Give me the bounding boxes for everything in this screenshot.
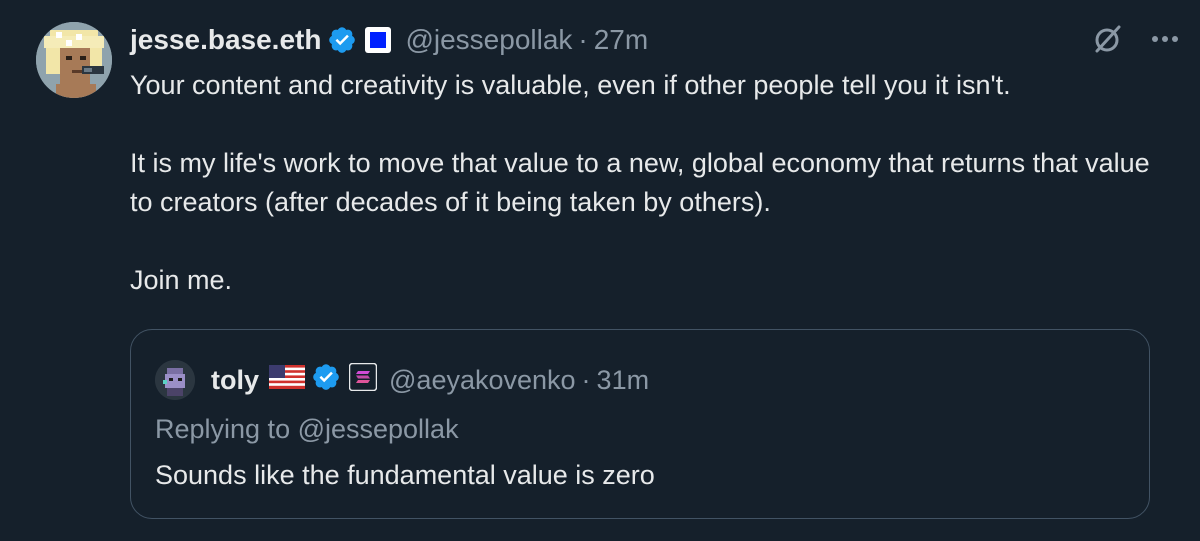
- quote-text: Sounds like the fundamental value is zer…: [155, 460, 655, 490]
- separator-dot: ·: [578, 24, 588, 55]
- author-avatar[interactable]: [36, 22, 112, 98]
- solana-affiliation-icon[interactable]: [348, 362, 378, 398]
- pixel-avatar-icon: [36, 22, 112, 98]
- pixel-avatar-icon: [155, 360, 195, 400]
- verified-badge-icon[interactable]: [311, 362, 341, 399]
- tweet-header: jesse.base.eth @jessepollak · 27m: [130, 20, 1160, 60]
- tweet-paragraph: Join me.: [130, 265, 233, 295]
- tweet-content: jesse.base.eth @jessepollak · 27m Your c…: [130, 20, 1160, 300]
- tweet-text: Your content and creativity is valuable,…: [130, 66, 1160, 300]
- timestamp[interactable]: 27m: [594, 24, 648, 56]
- author-name[interactable]: jesse.base.eth: [130, 24, 321, 56]
- replying-to[interactable]: Replying to @jessepollak: [155, 414, 459, 445]
- quote-timestamp[interactable]: 31m: [597, 365, 650, 396]
- verified-badge-icon[interactable]: [327, 25, 357, 55]
- more-icon[interactable]: [1150, 34, 1180, 44]
- us-flag-icon: [269, 364, 306, 396]
- quote-header: toly @aeyakovenko · 31m: [155, 360, 649, 400]
- grok-icon[interactable]: [1090, 22, 1124, 56]
- tweet-actions: [1090, 22, 1180, 56]
- tweet-paragraph: It is my life's work to move that value …: [130, 148, 1150, 217]
- tweet[interactable]: jesse.base.eth @jessepollak · 27m Your c…: [0, 0, 1200, 541]
- tweet-paragraph: Your content and creativity is valuable,…: [130, 70, 1011, 100]
- author-handle[interactable]: @jessepollak: [405, 24, 572, 56]
- quote-author-name[interactable]: toly: [211, 365, 259, 396]
- quoted-tweet[interactable]: toly @aeyakovenko · 31m Replying to @jes…: [130, 329, 1150, 519]
- base-affiliation-icon[interactable]: [365, 27, 392, 53]
- quote-author-avatar[interactable]: [155, 360, 195, 400]
- quote-author-handle[interactable]: @aeyakovenko: [389, 365, 576, 396]
- separator-dot: ·: [581, 364, 591, 395]
